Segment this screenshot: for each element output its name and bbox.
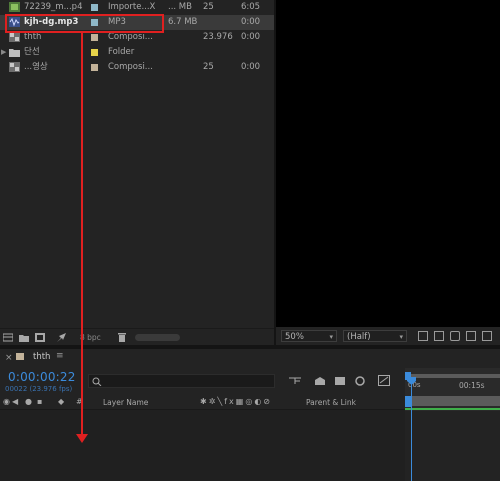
track-area[interactable] [405,411,500,481]
solo-switch-icon[interactable]: ● [25,397,32,406]
frame-blending-icon[interactable] [354,376,366,386]
work-area-bar[interactable] [405,374,500,378]
chevron-down-icon: ▾ [399,333,403,341]
switches-icons[interactable]: ✱✲╲fx▦◎◐⊘ [200,397,272,406]
draft-3d-icon[interactable] [314,376,326,386]
current-time-indicator[interactable] [411,379,412,481]
disclosure-triangle-icon[interactable]: ▶ [1,48,6,56]
label-color-swatch [16,353,24,360]
mask-visibility-icon[interactable] [450,331,460,341]
item-duration: 6:05 [241,2,261,12]
lock-icon[interactable]: ▪ [37,397,42,406]
thumbnail-scrollbar[interactable] [135,334,180,341]
layer-name-column[interactable]: Layer Name [103,398,148,407]
item-fps: 25 [203,2,214,12]
frame-info: 00022 (23.976 fps) [5,385,73,393]
item-type: Folder [108,47,135,57]
render-bar [405,408,500,410]
interpret-footage-icon[interactable] [3,333,13,342]
viewer-toolbar: 50% ▾ (Half) ▾ [276,327,500,345]
chevron-down-icon: ▾ [329,333,333,341]
item-type: Composi... [108,62,153,72]
layer-list[interactable] [0,410,405,481]
item-type: Importe...X [108,2,156,12]
panel-menu-icon[interactable]: ≡ [56,351,64,361]
parent-link-column[interactable]: Parent & Link [306,398,356,407]
item-name: thth [24,32,42,42]
label-color-swatch[interactable] [91,34,98,41]
region-of-interest-icon[interactable] [418,331,428,341]
new-folder-icon[interactable] [19,333,29,342]
item-duration: 0:00 [241,17,261,27]
work-area-range[interactable] [405,396,500,406]
playhead-handle-icon[interactable] [407,377,416,385]
zoom-dropdown[interactable]: 50% ▾ [281,330,337,342]
label-color-swatch[interactable] [91,49,98,56]
folder-icon [9,49,20,57]
close-icon[interactable]: × [5,353,13,363]
item-name: ...영상 [24,62,48,72]
item-fps: 23.976 [203,32,233,42]
composition-icon [9,32,20,42]
bit-depth-label[interactable]: 8 bpc [80,333,101,342]
project-item-row[interactable]: 72239_m...p4 Importe...X ... MB 25 6:05 [0,0,274,15]
graph-editor-icon[interactable] [378,375,390,386]
label-column-icon[interactable]: ◆ [58,397,64,406]
current-time-display[interactable]: 0:00:00:22 [8,370,76,384]
item-fps: 25 [203,62,214,72]
new-composition-icon[interactable] [35,333,45,342]
composition-flowchart-icon[interactable] [289,376,301,386]
audio-switch-icon[interactable]: ◀ [12,397,18,406]
item-name: 단선 [24,47,40,57]
resolution-value: (Half) [347,332,371,342]
channel-icon[interactable] [466,331,476,341]
project-settings-icon[interactable] [57,333,67,342]
tab-comp-name[interactable]: thth [33,352,50,362]
item-type: Composi... [108,32,153,42]
video-file-icon [9,2,20,12]
snapshot-icon[interactable] [482,331,492,341]
label-color-swatch[interactable] [91,4,98,11]
resolution-dropdown[interactable]: (Half) ▾ [343,330,407,342]
ruler-mark-label: 00:15s [459,381,485,390]
project-bottom-toolbar: 8 bpc [0,328,274,345]
highlight-box [5,14,164,33]
project-item-row[interactable]: ...영상 Composi... 25 0:00 [0,60,274,75]
composition-viewer[interactable] [276,0,500,327]
arrow-head-icon [76,434,88,443]
annotation-arrow-line [81,33,83,437]
composition-icon [9,62,20,72]
trash-icon[interactable] [117,333,127,342]
item-name: 72239_m...p4 [24,2,83,12]
video-switch-icon[interactable]: ◉ [3,397,10,406]
item-duration: 0:00 [241,62,261,72]
search-icon [92,377,102,386]
timeline-tab-bar: × thth ≡ [0,349,500,367]
zoom-value: 50% [285,332,304,342]
layer-column-header: ◉ ◀ ● ▪ ◆ # Layer Name ✱✲╲fx▦◎◐⊘ Parent … [0,396,405,410]
item-size: ... MB [168,2,192,12]
item-size: 6.7 MB [168,17,198,27]
item-duration: 0:00 [241,32,261,42]
transparency-grid-icon[interactable] [434,331,444,341]
layer-search-input[interactable] [88,374,275,388]
label-color-swatch[interactable] [91,64,98,71]
project-item-row[interactable]: ▶ 단선 Folder [0,45,274,60]
shy-layers-icon[interactable] [334,376,346,386]
